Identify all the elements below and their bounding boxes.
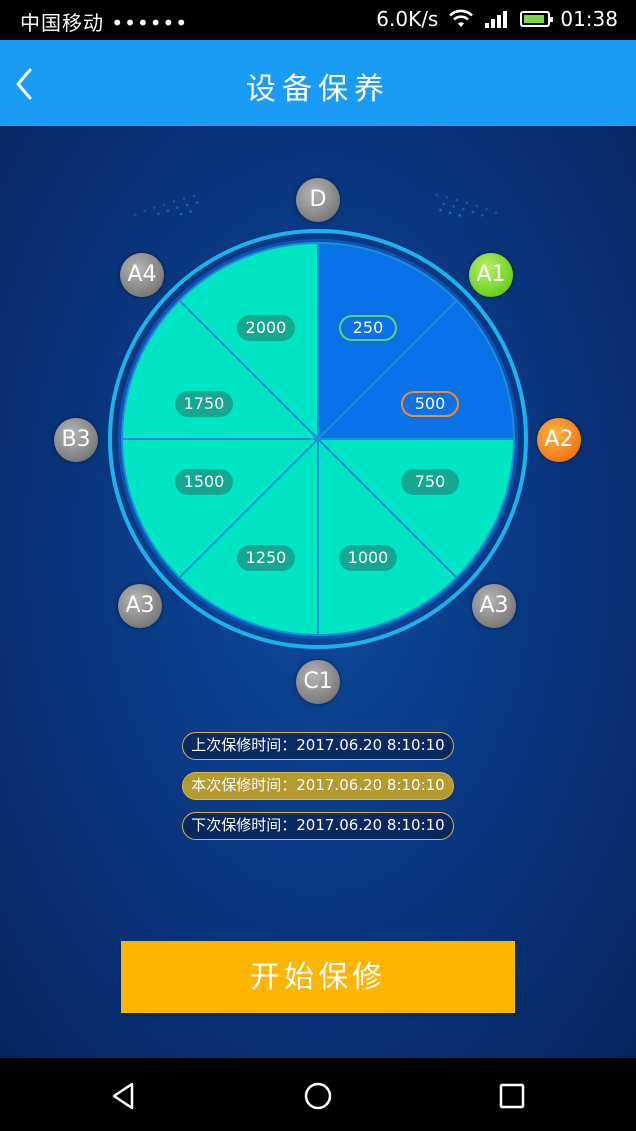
page-title: 设备保养	[246, 72, 390, 107]
signal-icon	[485, 11, 508, 28]
segment-label-750[interactable]: 750	[401, 469, 459, 495]
status-bar: 中国移动 •••••• 6.0K/s 01:38	[0, 0, 636, 40]
maintenance-wheel	[108, 229, 528, 649]
segment-label-250[interactable]: 250	[339, 315, 397, 341]
status-right: 6.0K/s 01:38	[376, 7, 618, 31]
node-b3[interactable]: B3	[54, 418, 98, 462]
clock: 01:38	[560, 7, 618, 31]
carrier-text: 中国移动 ••••••	[20, 11, 189, 35]
battery-icon	[520, 11, 554, 27]
node-c1[interactable]: C1	[296, 660, 340, 704]
node-a3-right[interactable]: A3	[472, 584, 516, 628]
last-maintenance-time: 上次保修时间：2017.06.20 8:10:10	[182, 732, 454, 760]
current-maintenance-time: 本次保修时间：2017.06.20 8:10:10	[182, 772, 454, 800]
next-maintenance-time: 下次保修时间：2017.06.20 8:10:10	[182, 812, 454, 840]
node-a1[interactable]: A1	[469, 253, 513, 297]
segment-label-2000[interactable]: 2000	[237, 315, 295, 341]
app-header: 设备保养	[0, 40, 636, 126]
node-a3-left[interactable]: A3	[118, 584, 162, 628]
segment-label-1250[interactable]: 1250	[237, 545, 295, 571]
segment-label-1000[interactable]: 1000	[339, 545, 397, 571]
back-triangle-icon[interactable]	[104, 1076, 144, 1116]
network-speed: 6.0K/s	[376, 7, 439, 31]
node-d[interactable]: D	[296, 178, 340, 222]
segment-label-1750[interactable]: 1750	[175, 391, 233, 417]
start-maintenance-button[interactable]: 开始保修	[121, 941, 515, 1013]
segment-label-500[interactable]: 500	[401, 391, 459, 417]
system-nav-bar	[0, 1058, 636, 1131]
segment-label-1500[interactable]: 1500	[175, 469, 233, 495]
node-a4[interactable]: A4	[120, 253, 164, 297]
recents-square-icon[interactable]	[492, 1076, 532, 1116]
main-panel: D A1 A2 A3 C1 A3 B3 A4 250 500 750 1000 …	[0, 126, 636, 1058]
node-a2[interactable]: A2	[537, 418, 581, 462]
wifi-icon	[449, 9, 474, 27]
home-circle-icon[interactable]	[298, 1076, 338, 1116]
